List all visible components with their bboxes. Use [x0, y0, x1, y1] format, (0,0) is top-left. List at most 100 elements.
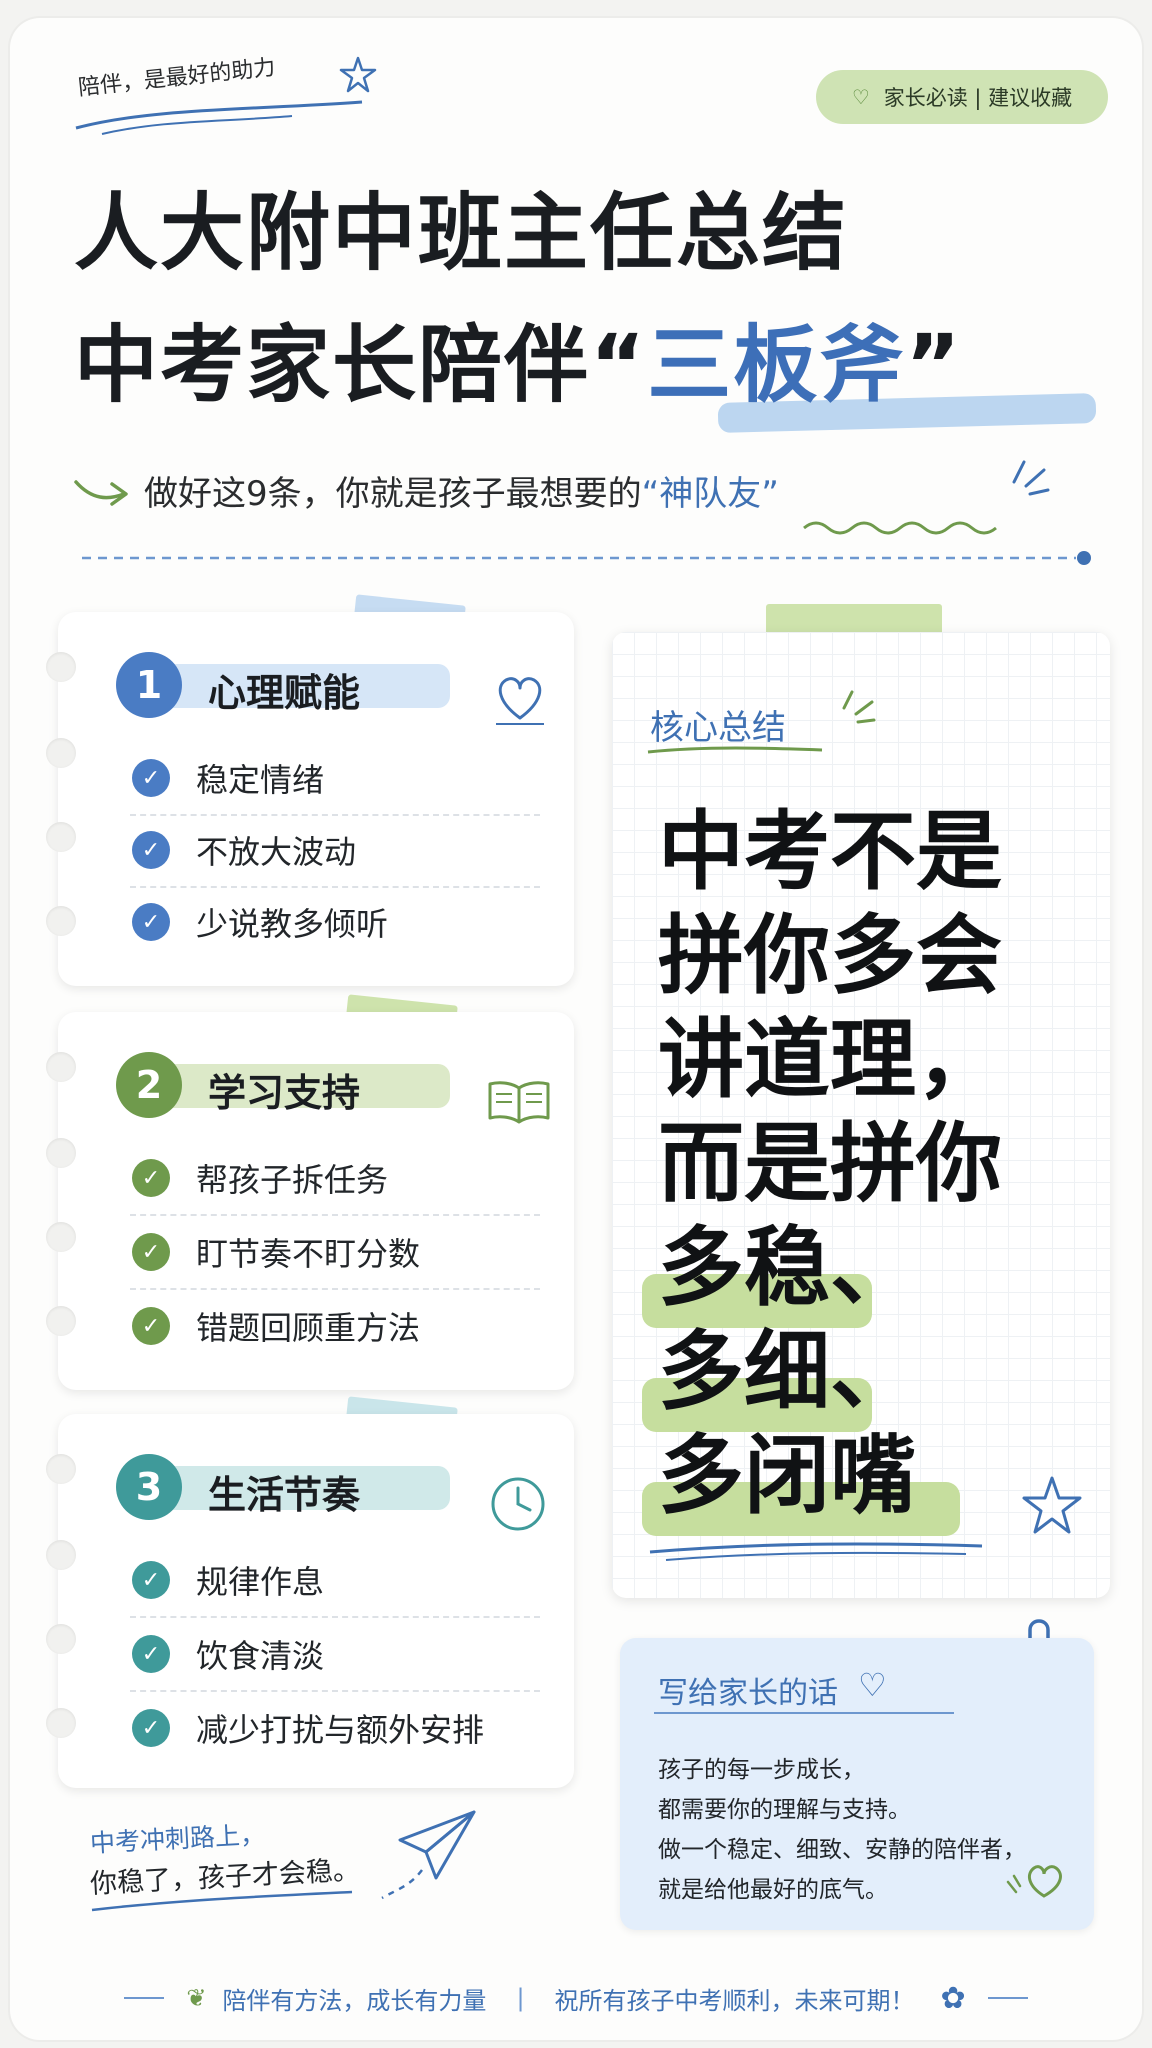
- check-icon: ✓: [132, 1159, 170, 1197]
- bottom-note-underline: [91, 1890, 353, 1912]
- check-icon: ✓: [132, 759, 170, 797]
- section-card-1: 1 心理赋能 ✓ 稳定情绪 ✓ 不放大波动 ✓ 少说教多倾听: [58, 612, 574, 986]
- item-text: 规律作息: [196, 1563, 325, 1601]
- core-summary-line: 而是拼你: [658, 1114, 1002, 1214]
- check-icon: ✓: [132, 1709, 170, 1747]
- core-summary-line: 多细、: [658, 1322, 916, 1422]
- item-text: 不放大波动: [196, 833, 357, 871]
- heart-doodle-icon: [1006, 1865, 1062, 1898]
- binder-hole: [46, 1624, 76, 1654]
- section-card-2: 2 学习支持 ✓ 帮孩子拆任务 ✓ 盯节奏不盯分数 ✓ 错题回顾重方法: [58, 1012, 574, 1390]
- subtitle-emphasis: “神队友”: [641, 474, 779, 514]
- section-title: 心理赋能: [208, 671, 361, 715]
- list-item: ✓ 饮食清淡: [130, 1618, 540, 1692]
- binder-hole: [46, 652, 76, 682]
- core-summary-card: 核心总结 中考不是 拼你多会 讲道理， 而是拼你 多稳、 多细、 多闭嘴: [612, 632, 1110, 1598]
- footer-left-text: 陪伴有方法，成长有力量: [222, 1986, 487, 2015]
- subtitle-text: 做好这9条，你就是孩子最想要的: [144, 474, 642, 514]
- section-title: 生活节奏: [208, 1473, 361, 1517]
- item-text: 减少打扰与额外安排: [196, 1711, 485, 1749]
- dashed-divider: [82, 551, 1091, 565]
- note-line: 孩子的每一步成长，: [658, 1757, 865, 1783]
- item-text: 帮孩子拆任务: [196, 1161, 389, 1199]
- arrow-icon: [74, 480, 128, 506]
- title-close-quote: ”: [905, 316, 963, 414]
- section-number-badge: 2: [116, 1052, 182, 1118]
- binder-hole: [46, 1454, 76, 1484]
- must-read-badge: ♡ 家长必读 | 建议收藏: [816, 70, 1108, 124]
- footer-right-text: 祝所有孩子中考顺利，未来可期！: [554, 1986, 915, 2015]
- title-open-quote: “: [590, 316, 648, 414]
- list-item: ✓ 少说教多倾听: [130, 886, 540, 958]
- check-icon: ✓: [132, 1233, 170, 1271]
- binder-hole: [46, 1052, 76, 1082]
- check-icon: ✓: [132, 903, 170, 941]
- item-text: 盯节奏不盯分数: [196, 1235, 421, 1273]
- main-title-line1: 人大附中班主任总结: [74, 184, 849, 282]
- footer: ❦ 陪伴有方法，成长有力量 | 祝所有孩子中考顺利，未来可期！ ✿: [0, 1978, 1152, 2018]
- binder-hole: [46, 822, 76, 852]
- main-title-line2: 中考家长陪伴“三板斧”: [74, 298, 962, 419]
- section-card-3: 3 生活节奏 ✓ 规律作息 ✓ 饮食清淡 ✓ 减少打扰与额外安排: [58, 1414, 574, 1788]
- heart-icon: ♡: [851, 85, 870, 109]
- note-line: 做一个稳定、细致、安静的陪伴者，: [658, 1837, 1026, 1863]
- list-item: ✓ 稳定情绪: [130, 742, 540, 816]
- binder-hole: [46, 738, 76, 768]
- check-icon: ✓: [132, 831, 170, 869]
- list-item: ✓ 规律作息: [130, 1544, 540, 1618]
- list-item: ✓ 盯节奏不盯分数: [130, 1216, 540, 1290]
- check-icon: ✓: [132, 1561, 170, 1599]
- binder-hole: [46, 1306, 76, 1336]
- section-number-badge: 1: [116, 652, 182, 718]
- subtitle: 做好这9条，你就是孩子最想要的“神队友”: [144, 466, 779, 515]
- item-text: 饮食清淡: [196, 1637, 325, 1675]
- note-line: 都需要你的理解与支持。: [658, 1797, 911, 1823]
- list-item: ✓ 减少打扰与额外安排: [130, 1692, 540, 1764]
- core-summary-line: 中考不是: [658, 802, 1002, 902]
- tagline-underline: [75, 100, 363, 135]
- heart-icon: ♡: [858, 1666, 887, 1704]
- section-number-badge: 3: [116, 1454, 182, 1520]
- flower-icon: ✿: [940, 1980, 966, 2016]
- check-icon: ✓: [132, 1635, 170, 1673]
- list-item: ✓ 帮孩子拆任务: [130, 1142, 540, 1216]
- star-icon: [1022, 1476, 1082, 1534]
- paper-plane-icon: [381, 1810, 476, 1900]
- check-icon: ✓: [132, 1307, 170, 1345]
- section-title: 学习支持: [208, 1071, 361, 1115]
- footer-dash: [124, 1997, 165, 1999]
- core-summary-line: 多稳、: [658, 1218, 916, 1318]
- book-icon: [488, 1081, 550, 1124]
- note-title: 写给家长的话: [658, 1676, 838, 1711]
- binder-hole: [46, 1540, 76, 1570]
- badge-text: 家长必读 | 建议收藏: [883, 86, 1073, 110]
- core-summary-line: 拼你多会: [658, 906, 1002, 1006]
- footer-dash: [987, 1997, 1028, 1999]
- title-emphasis: 三板斧: [647, 316, 906, 414]
- title-line2-prefix: 中考家长陪伴: [74, 316, 591, 414]
- heart-icon: [496, 677, 544, 725]
- core-summary-label: 核心总结: [650, 708, 786, 748]
- core-summary-line: 讲道理，: [658, 1010, 1002, 1110]
- list-item: ✓ 不放大波动: [130, 814, 540, 888]
- sparkle-doodle-icon: [842, 690, 876, 724]
- footer-divider: |: [516, 1984, 525, 2012]
- wavy-underline: [803, 521, 997, 535]
- sprout-icon: ❦: [186, 1984, 207, 2012]
- binder-hole: [46, 1708, 76, 1738]
- binder-hole: [46, 1138, 76, 1168]
- core-summary-line: 多闭嘴: [658, 1426, 916, 1526]
- scribble-underline: [649, 1542, 983, 1561]
- note-to-parents-card: 写给家长的话 ♡ 孩子的每一步成长， 都需要你的理解与支持。 做一个稳定、细致、…: [620, 1638, 1094, 1930]
- binder-hole: [46, 1222, 76, 1252]
- note-title-underline: [654, 1712, 954, 1714]
- label-underline: [647, 746, 823, 754]
- item-text: 少说教多倾听: [196, 905, 389, 943]
- sparkle-doodle-icon: [1012, 460, 1050, 496]
- item-text: 错题回顾重方法: [196, 1309, 421, 1347]
- binder-hole: [46, 906, 76, 936]
- note-line: 就是给他最好的底气。: [658, 1877, 888, 1903]
- list-item: ✓ 错题回顾重方法: [130, 1290, 540, 1362]
- star-doodle-icon: [339, 56, 377, 93]
- item-text: 稳定情绪: [196, 761, 325, 799]
